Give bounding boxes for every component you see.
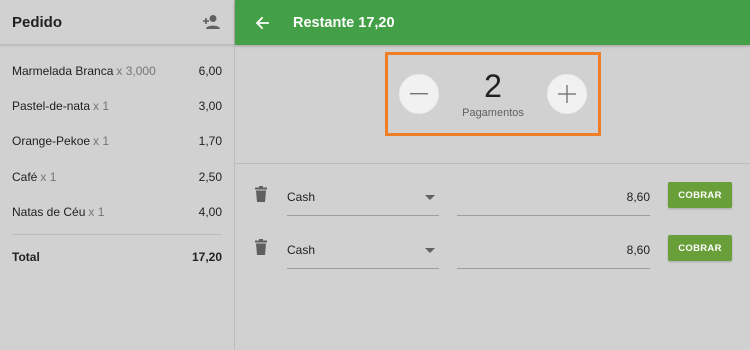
item-name: Orange-Pekoe bbox=[12, 134, 91, 149]
caret-down-icon bbox=[425, 241, 435, 259]
order-item[interactable]: Orange-Pekoe x 1 1,70 bbox=[12, 124, 222, 159]
item-quantity: x 3,000 bbox=[116, 63, 156, 78]
item-name: Marmelada Branca bbox=[12, 63, 114, 78]
order-item[interactable]: Marmelada Branca x 3,000 6,00 bbox=[12, 53, 222, 88]
stepper-display: 2 Pagamentos bbox=[439, 69, 547, 119]
item-name: Natas de Céu bbox=[12, 204, 86, 219]
person-add-icon[interactable] bbox=[200, 11, 222, 33]
payment-panel: Restante 17,20 2 Pagamentos Cash 8,60 CO… bbox=[235, 0, 750, 350]
item-quantity: x 1 bbox=[93, 98, 110, 113]
trash-icon[interactable] bbox=[254, 186, 268, 202]
total-value: 17,20 bbox=[191, 250, 222, 265]
order-item[interactable]: Pastel-de-nata x 1 3,00 bbox=[12, 88, 222, 123]
payments-count: 2 bbox=[484, 68, 502, 104]
remaining-title: Restante 17,20 bbox=[293, 14, 395, 31]
total-row: Total 17,20 bbox=[12, 235, 222, 279]
item-price: 3,00 bbox=[198, 98, 222, 113]
section-divider bbox=[235, 163, 750, 164]
order-item[interactable]: Café x 1 2,50 bbox=[12, 159, 222, 194]
order-item[interactable]: Natas de Céu x 1 4,00 bbox=[12, 194, 222, 229]
caret-down-icon bbox=[425, 188, 435, 206]
payment-amount-input[interactable]: 8,60 bbox=[457, 231, 650, 269]
order-panel: Pedido Marmelada Branca x 3,000 6,00 Past… bbox=[0, 0, 235, 350]
item-quantity: x 1 bbox=[93, 134, 110, 149]
order-title: Pedido bbox=[12, 13, 63, 31]
trash-icon[interactable] bbox=[254, 239, 268, 255]
charge-button[interactable]: COBRAR bbox=[668, 182, 732, 208]
item-price: 6,00 bbox=[198, 63, 222, 78]
total-label: Total bbox=[12, 250, 40, 265]
order-header: Pedido bbox=[0, 0, 234, 45]
order-item-list: Marmelada Branca x 3,000 6,00 Pastel-de-n… bbox=[0, 53, 234, 279]
charge-button[interactable]: COBRAR bbox=[668, 235, 732, 261]
payment-method-value: Cash bbox=[287, 242, 316, 257]
item-price: 1,70 bbox=[198, 134, 222, 149]
payment-row: Cash 8,60 COBRAR bbox=[235, 231, 750, 271]
item-price: 4,00 bbox=[198, 204, 222, 219]
payment-method-select[interactable]: Cash bbox=[287, 231, 439, 269]
payments-label: Pagamentos bbox=[462, 107, 524, 119]
payments-stepper: 2 Pagamentos bbox=[385, 52, 601, 136]
minus-icon[interactable] bbox=[399, 74, 439, 114]
top-app-bar: Restante 17,20 bbox=[235, 0, 750, 45]
payment-amount-input[interactable]: 8,60 bbox=[457, 178, 650, 216]
item-name: Café bbox=[12, 169, 38, 184]
item-price: 2,50 bbox=[198, 169, 222, 184]
payment-method-select[interactable]: Cash bbox=[287, 178, 439, 216]
item-quantity: x 1 bbox=[88, 204, 105, 219]
payment-row: Cash 8,60 COBRAR bbox=[235, 178, 750, 218]
payment-method-value: Cash bbox=[287, 189, 316, 204]
plus-icon[interactable] bbox=[547, 74, 587, 114]
item-quantity: x 1 bbox=[40, 169, 57, 184]
arrow-left-icon[interactable] bbox=[253, 14, 271, 32]
item-name: Pastel-de-nata bbox=[12, 98, 91, 113]
